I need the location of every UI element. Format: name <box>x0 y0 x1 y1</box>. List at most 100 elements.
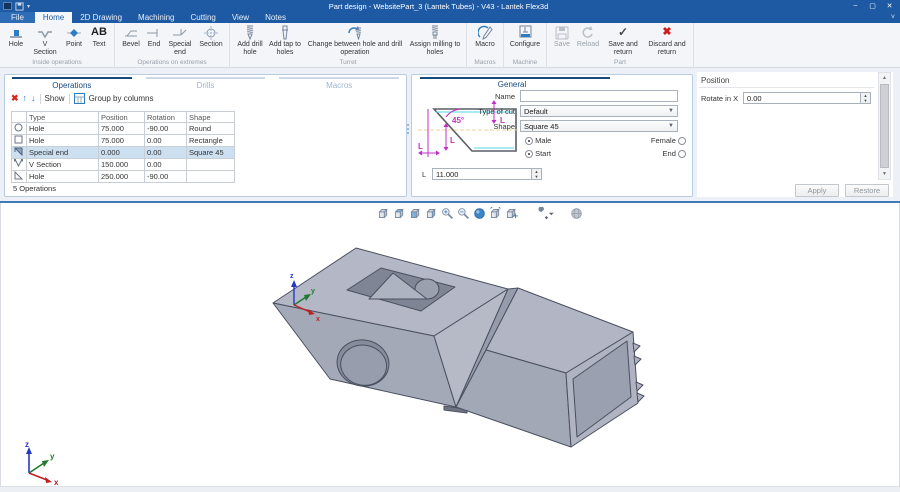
menu-cutting[interactable]: Cutting <box>183 12 224 23</box>
save-disk-icon <box>555 24 569 41</box>
scroll-up-icon[interactable]: ▲ <box>882 73 887 83</box>
macro-button[interactable]: Macro <box>470 24 500 49</box>
general-panel: General 45° L L L Name <box>411 74 693 197</box>
shape-select[interactable]: Square 45▼ <box>520 120 678 132</box>
minimize-button[interactable]: – <box>847 2 864 10</box>
operations-table: Type Position Rotation Shape Hole75.000 … <box>11 111 235 183</box>
viewport-toolbar <box>377 207 583 220</box>
v-section-row-icon <box>14 159 23 168</box>
special-end-button[interactable]: Special end <box>164 24 196 57</box>
group-by-columns-button[interactable]: Group by columns <box>89 94 154 103</box>
tools-dropdown-icon[interactable] <box>534 207 554 220</box>
menu-2d-drawing[interactable]: 2D Drawing <box>72 12 130 23</box>
move-up-icon[interactable]: ↑ <box>23 94 28 103</box>
table-row[interactable]: Hole75.000 0.00Rectangle <box>12 135 235 147</box>
tab-general[interactable]: General <box>412 80 612 89</box>
menu-home[interactable]: Home <box>35 12 72 23</box>
female-radio[interactable] <box>678 137 686 145</box>
end-icon <box>146 24 162 41</box>
l-input[interactable] <box>432 168 532 180</box>
swap-arrows-icon <box>346 24 364 41</box>
change-hole-drill-button[interactable]: Change between hole and drill operation <box>303 24 407 57</box>
add-tap-to-holes-button[interactable]: Add tap to holes <box>267 24 303 57</box>
columns-view-icon[interactable] <box>74 93 85 104</box>
point-icon <box>66 24 82 41</box>
type-of-cut-label: Type of cut <box>424 107 520 116</box>
point-button[interactable]: Point <box>61 24 87 49</box>
type-of-cut-select[interactable]: Default▼ <box>520 105 678 117</box>
end-radio[interactable] <box>678 150 686 158</box>
zoom-fit-icon[interactable] <box>473 207 486 220</box>
view-side-icon[interactable] <box>425 207 438 220</box>
menu-file[interactable]: File <box>0 12 35 23</box>
assign-milling-button[interactable]: Assign milling to holes <box>407 24 463 57</box>
add-drill-hole-button[interactable]: Add drill hole <box>233 24 267 57</box>
zoom-out-icon[interactable] <box>457 207 470 220</box>
start-radio[interactable] <box>525 150 533 158</box>
v-section-button[interactable]: V Section <box>29 24 61 57</box>
menu-view[interactable]: View <box>224 12 257 23</box>
scroll-down-icon[interactable]: ▼ <box>882 169 887 179</box>
svg-text:L: L <box>418 142 423 151</box>
rotate-view-icon[interactable] <box>489 207 502 220</box>
section-button[interactable]: Section <box>196 24 226 49</box>
discard-and-return-button[interactable]: ✖ Discard and return <box>644 24 690 57</box>
operations-count: 5 Operations <box>13 184 56 193</box>
view-top-icon[interactable] <box>393 207 406 220</box>
rotate-in-x-input[interactable] <box>743 92 861 104</box>
apply-button[interactable]: Apply <box>795 184 839 197</box>
position-title: Position <box>701 76 729 85</box>
app-icon[interactable] <box>3 2 12 10</box>
table-row-selected[interactable]: Special end0.000 0.00Square 45 <box>12 147 235 159</box>
view-front-icon[interactable] <box>409 207 422 220</box>
save-and-return-button[interactable]: ✓ Save and return <box>602 24 644 57</box>
end-button[interactable]: End <box>144 24 164 49</box>
l-spinner[interactable]: ▲▼ <box>532 168 542 180</box>
shape-label: Shape <box>424 122 520 131</box>
bevel-button[interactable]: Bevel <box>118 24 144 49</box>
bevel-icon <box>123 24 139 41</box>
3d-viewport[interactable]: z y x z y x <box>0 203 900 486</box>
configure-button[interactable]: Configure <box>507 24 543 49</box>
ribbon-collapse-icon[interactable]: ˅ <box>891 14 895 21</box>
male-radio[interactable] <box>525 137 533 145</box>
move-down-icon[interactable]: ↓ <box>31 94 36 103</box>
show-button[interactable]: Show <box>45 94 65 103</box>
save-icon[interactable] <box>15 2 24 11</box>
text-button[interactable]: AB Text <box>87 24 111 49</box>
ribbon-group-macros: Macro Macros <box>467 23 504 67</box>
drill-icon <box>244 24 256 41</box>
table-row[interactable]: Hole250.000 -90.00 <box>12 171 235 183</box>
restore-button[interactable]: Restore <box>845 184 889 197</box>
ribbon-group-machine: Configure Machine <box>504 23 547 67</box>
tab-operations[interactable]: Operations <box>12 77 132 90</box>
ribbon: Hole V Section Point AB Text Inside oper… <box>0 23 900 68</box>
hole-button[interactable]: Hole <box>3 24 29 49</box>
chevron-down-icon: ▼ <box>668 108 674 114</box>
end-tab <box>633 343 640 352</box>
table-row[interactable]: V Section150.000 0.00 <box>12 159 235 171</box>
name-label: Name <box>424 92 520 101</box>
tab-macros[interactable]: Macros <box>279 77 399 90</box>
menu-machining[interactable]: Machining <box>130 12 182 23</box>
vertical-scrollbar[interactable]: ▲ ▼ <box>878 72 891 180</box>
scrollbar-thumb[interactable] <box>880 84 889 168</box>
ribbon-group-part: Save Reload ✓ Save and return ✖ Discard … <box>547 23 694 67</box>
part-3d-model[interactable]: z y x <box>241 235 681 465</box>
maximize-button[interactable]: ▢ <box>864 2 881 10</box>
panel-splitter[interactable] <box>406 124 410 134</box>
tab-drills[interactable]: Drills <box>146 77 266 90</box>
rotate-spinner[interactable]: ▲▼ <box>861 92 871 104</box>
delete-operation-icon[interactable]: ✖ <box>11 94 19 103</box>
view-iso-icon[interactable] <box>377 207 390 220</box>
name-input[interactable] <box>520 90 678 102</box>
svg-text:L: L <box>450 136 455 145</box>
menu-notes[interactable]: Notes <box>257 12 294 23</box>
render-mode-icon[interactable] <box>570 207 583 220</box>
pan-view-icon[interactable] <box>505 207 518 220</box>
toolbar-separator <box>69 94 70 104</box>
zoom-in-icon[interactable] <box>441 207 454 220</box>
table-row[interactable]: Hole75.000 -90.00Round <box>12 123 235 135</box>
property-panels-strip: Operations Drills Macros ✖ ↑ ↓ Show Grou… <box>0 68 900 201</box>
close-button[interactable]: ✕ <box>881 2 898 10</box>
